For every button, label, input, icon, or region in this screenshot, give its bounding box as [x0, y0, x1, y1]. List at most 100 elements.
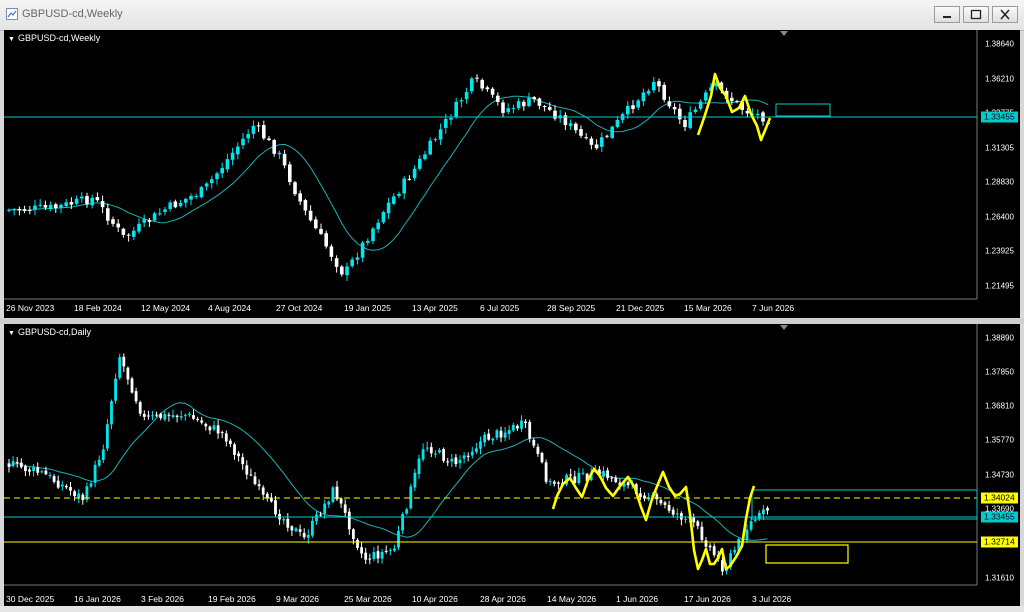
candle-body	[409, 486, 413, 509]
weekly-pattern-drawing[interactable]	[696, 72, 772, 142]
candle-body	[454, 457, 458, 465]
daily-x-tick: 14 May 2026	[547, 594, 597, 604]
candle-body	[614, 477, 618, 483]
candle-body	[272, 140, 276, 154]
weekly-chart-pane[interactable]: ▼GBPUSD-cd,Weekly 1.38640 1.36210 1.3377…	[4, 30, 1020, 318]
candle-body	[485, 87, 490, 90]
candle-body	[184, 198, 188, 203]
candle-body	[704, 540, 708, 547]
candle-body	[167, 414, 171, 416]
candle-body	[589, 138, 594, 145]
candle-body	[315, 514, 318, 522]
candle-body	[7, 463, 11, 467]
candle-body	[464, 92, 469, 100]
weekly-x-tick: 21 Dec 2025	[616, 303, 665, 313]
candle-body	[657, 81, 661, 87]
candle-body	[503, 432, 507, 438]
candle-body	[163, 414, 167, 420]
candle-body	[142, 219, 146, 223]
candle-body	[376, 551, 380, 559]
candle-body	[499, 430, 503, 438]
daily-x-tick: 10 Apr 2026	[412, 594, 458, 604]
candle-body	[636, 100, 640, 108]
candle-body	[397, 193, 401, 196]
candle-body	[579, 129, 583, 136]
candle-body	[134, 391, 138, 402]
weekly-target-zone[interactable]	[775, 103, 831, 117]
weekly-x-tick: 26 Nov 2023	[6, 303, 55, 313]
candle-body	[311, 520, 314, 536]
candle-body	[267, 138, 271, 141]
daily-y-tick: 1.36810	[985, 401, 1014, 411]
candle-body	[270, 497, 273, 502]
candle-body	[704, 92, 708, 101]
symbol-tabs-strip[interactable]	[0, 606, 1024, 612]
candle-body	[646, 90, 651, 94]
close-button[interactable]	[992, 6, 1018, 23]
candle-body	[274, 500, 277, 515]
candle-body	[536, 446, 540, 454]
candle-body	[626, 482, 630, 486]
daily-chart-pane[interactable]: ▼ GBPUSD-cd,Daily 1.38890 1.37850 1.36810…	[4, 324, 1020, 606]
window-title: GBPUSD-cd,Weekly	[22, 8, 123, 20]
chart-shift-marker-icon[interactable]	[780, 31, 788, 36]
daily-target-zone-cyan[interactable]	[751, 489, 978, 520]
candle-body	[678, 108, 682, 120]
candle-body	[350, 259, 354, 267]
candle-body	[56, 480, 60, 488]
weekly-x-tick: 6 Jul 2025	[480, 303, 520, 313]
candle-body	[229, 440, 232, 444]
candle-body	[606, 470, 609, 479]
chart-shift-marker-icon[interactable]	[780, 325, 788, 330]
weekly-y-tick: 1.28830	[985, 177, 1014, 187]
candle-body	[65, 485, 68, 488]
weekly-x-tick: 28 Sep 2025	[547, 303, 596, 313]
weekly-y-tick: 1.36210	[985, 74, 1014, 84]
candle-body	[393, 548, 396, 551]
candle-body	[412, 168, 417, 179]
candle-body	[52, 476, 56, 482]
candle-body	[188, 413, 191, 415]
candle-body	[262, 124, 266, 139]
candle-body	[282, 153, 287, 166]
candle-body	[384, 550, 388, 552]
candle-body	[122, 356, 126, 367]
daily-y-tick: 1.35770	[985, 435, 1014, 445]
candle-body	[17, 208, 22, 211]
candle-body	[516, 101, 521, 109]
candle-body	[672, 106, 677, 110]
candle-body	[347, 511, 351, 530]
candle-body	[749, 521, 753, 530]
candle-body	[114, 378, 117, 401]
restore-button[interactable]	[963, 6, 989, 23]
candle-body	[475, 77, 479, 79]
candle-body	[423, 154, 427, 160]
candle-body	[199, 187, 204, 198]
candle-body	[245, 465, 249, 475]
candle-body	[753, 519, 757, 521]
candle-body	[487, 433, 491, 440]
candle-body	[192, 415, 195, 419]
candle-body	[540, 452, 544, 463]
candle-body	[698, 101, 703, 109]
candle-body	[355, 257, 360, 260]
candle-body	[38, 204, 42, 206]
candle-body	[126, 234, 131, 236]
daily-x-tick: 17 Jun 2026	[684, 594, 731, 604]
candle-body	[210, 179, 214, 184]
candle-body	[671, 509, 675, 515]
daily-target-zone-yellow[interactable]	[765, 544, 849, 564]
candle-body	[639, 493, 642, 498]
daily-chart-canvas[interactable]	[4, 324, 1020, 606]
candle-body	[220, 432, 224, 434]
weekly-x-tick: 12 May 2024	[141, 303, 191, 313]
candle-body	[360, 242, 365, 258]
weekly-chart-canvas[interactable]	[4, 30, 1020, 318]
minimize-button[interactable]	[934, 6, 960, 23]
candle-body	[537, 98, 542, 106]
candle-body	[675, 513, 679, 515]
candle-body	[24, 466, 27, 472]
candle-body	[69, 487, 72, 491]
candle-body	[479, 441, 482, 449]
candle-body	[59, 204, 63, 208]
